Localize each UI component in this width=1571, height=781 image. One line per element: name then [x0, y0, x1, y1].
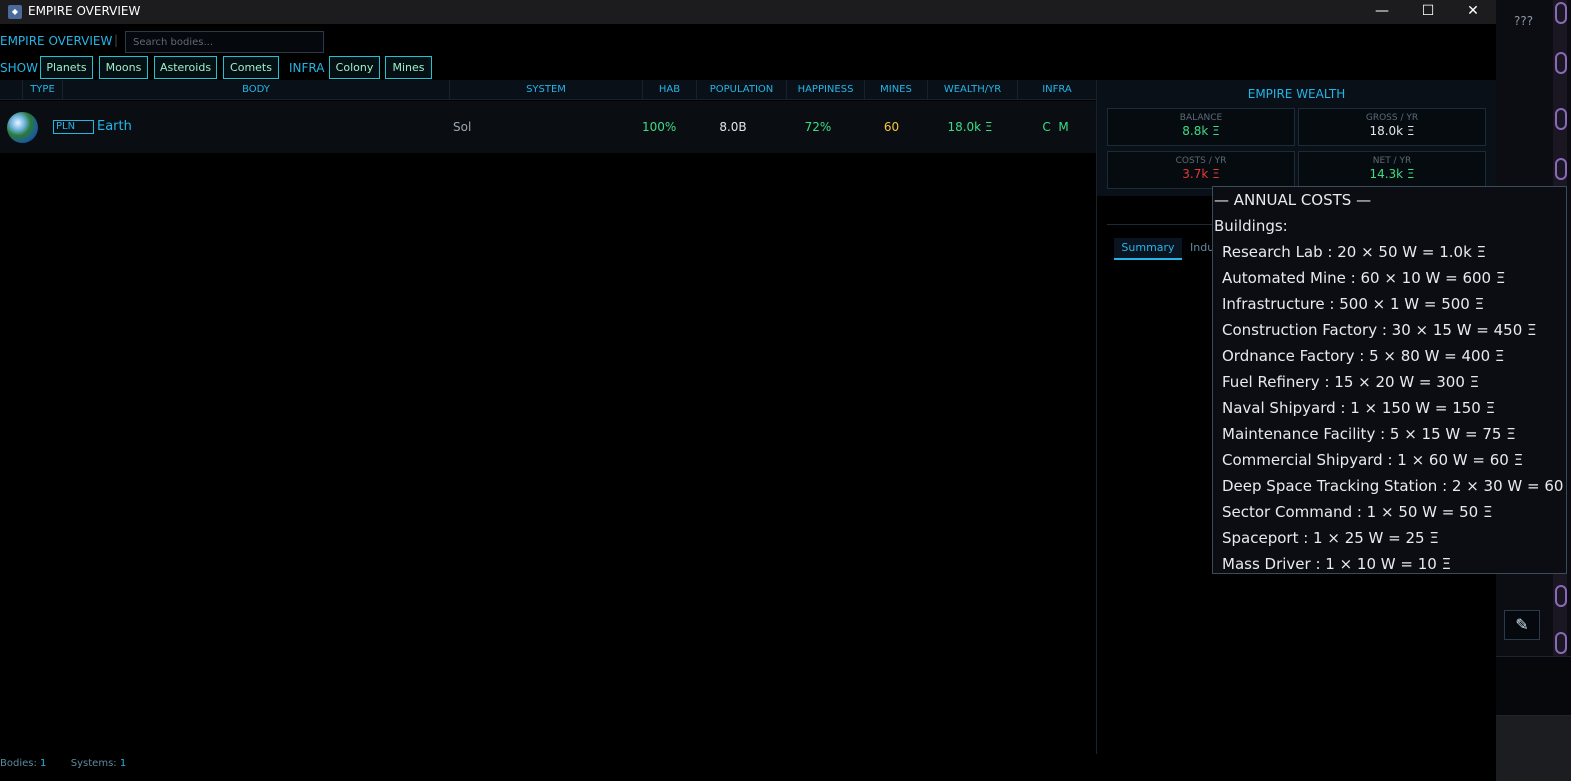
filter-mines-button[interactable]: Mines [385, 56, 432, 79]
cost-line: Sector Command : 1 × 50 W = 50 Ξ [1222, 503, 1493, 521]
balance-card: BALANCE 8.8k Ξ [1107, 108, 1295, 146]
header-separator: | [114, 33, 119, 47]
titlebar: ◆ EMPIRE OVERVIEW — ☐ ✕ [0, 0, 1496, 24]
cost-line: Deep Space Tracking Station : 2 × 30 W =… [1222, 477, 1567, 495]
cost-line: Ordnance Factory : 5 × 80 W = 400 Ξ [1222, 347, 1505, 365]
net-value: 14.3k Ξ [1369, 167, 1415, 181]
gross-value: 18.0k Ξ [1369, 124, 1415, 138]
column-infra[interactable]: INFRA [1017, 80, 1096, 100]
balance-value: 8.8k Ξ [1182, 124, 1220, 138]
population-cell: 8.0B [719, 120, 747, 134]
wealth-title: EMPIRE WEALTH [1247, 87, 1346, 101]
body-name[interactable]: Earth [97, 101, 132, 153]
systems-count: 1 [119, 758, 127, 769]
filter-comets-button[interactable]: Comets [223, 56, 279, 79]
app-icon: ◆ [8, 5, 22, 19]
desktop-mystery-label: ??? [1514, 14, 1534, 28]
cost-line: Construction Factory : 30 × 15 W = 450 Ξ [1222, 321, 1537, 339]
mines-cell: 60 [883, 120, 900, 134]
annual-costs-tooltip: — ANNUAL COSTS — Buildings: Research Lab… [1212, 186, 1567, 574]
cost-line: Commercial Shipyard : 1 × 60 W = 60 Ξ [1222, 451, 1524, 469]
filter-asteroids-button[interactable]: Asteroids [154, 56, 217, 79]
costs-value: 3.7k Ξ [1182, 167, 1220, 181]
type-badge: PLN [53, 120, 94, 134]
status-footer: Bodies: 1 Systems: 1 [0, 758, 126, 772]
earth-planet-icon [7, 112, 38, 143]
net-label: NET / YR [1372, 156, 1412, 166]
empire-wealth-panel: EMPIRE WEALTH BALANCE 8.8k Ξ GROSS / YR … [1097, 80, 1496, 196]
tooltip-header: — ANNUAL COSTS — [1214, 191, 1372, 209]
wealth-cell: 18.0k Ξ [947, 120, 993, 134]
close-button[interactable]: ✕ [1450, 0, 1496, 24]
net-card: NET / YR 14.3k Ξ [1298, 151, 1486, 189]
infra-label: INFRA [289, 61, 325, 75]
cost-line: Infrastructure : 500 × 1 W = 500 Ξ [1222, 295, 1485, 313]
systems-label: Systems: [70, 758, 117, 769]
column-wealth[interactable]: WEALTH/YR [927, 80, 1017, 100]
desktop-lower-panel [1496, 716, 1571, 781]
cost-line: Research Lab : 20 × 50 W = 1.0k Ξ [1222, 243, 1487, 261]
cost-line: Mass Driver : 1 × 10 W = 10 Ξ [1222, 555, 1452, 573]
column-mines[interactable]: MINES [864, 80, 927, 100]
show-label: SHOW [0, 61, 38, 75]
column-hab[interactable]: HAB [642, 80, 696, 100]
column-population[interactable]: POPULATION [696, 80, 786, 100]
filter-moons-button[interactable]: Moons [99, 56, 148, 79]
cost-line: Fuel Refinery : 15 × 20 W = 300 Ξ [1222, 373, 1480, 391]
hab-cell: 100% [642, 120, 677, 134]
costs-card[interactable]: COSTS / YR 3.7k Ξ [1107, 151, 1295, 189]
tab-industry[interactable]: Indu [1190, 238, 1214, 260]
column-system[interactable]: SYSTEM [449, 80, 642, 100]
rail-orb-icon [1555, 585, 1567, 607]
column-body[interactable]: BODY [62, 80, 449, 100]
tab-summary[interactable]: Summary [1114, 238, 1182, 260]
cost-line: Automated Mine : 60 × 10 W = 600 Ξ [1222, 269, 1506, 287]
window-title: EMPIRE OVERVIEW [28, 4, 141, 18]
page-title: EMPIRE OVERVIEW [0, 34, 113, 48]
tooltip-section: Buildings: [1214, 217, 1288, 235]
maximize-button[interactable]: ☐ [1405, 0, 1451, 24]
column-happiness[interactable]: HAPPINESS [786, 80, 864, 100]
filter-planets-button[interactable]: Planets [40, 56, 93, 79]
rail-orb-icon [1555, 52, 1567, 74]
cost-line: Naval Shipyard : 1 × 150 W = 150 Ξ [1222, 399, 1496, 417]
gross-label: GROSS / YR [1365, 113, 1419, 123]
gross-card: GROSS / YR 18.0k Ξ [1298, 108, 1486, 146]
search-input[interactable]: Search bodies... [125, 31, 324, 53]
column-type[interactable]: TYPE [22, 80, 62, 100]
filter-colony-button[interactable]: Colony [329, 56, 380, 79]
costs-label: COSTS / YR [1175, 156, 1227, 166]
bodies-count: 1 [40, 758, 47, 769]
desktop-band [1496, 656, 1571, 716]
happiness-cell: 72% [804, 120, 832, 134]
table-header: TYPE BODY SYSTEM HAB POPULATION HAPPINES… [0, 80, 1096, 100]
pen-tool-icon[interactable]: ✎ [1504, 610, 1540, 640]
bodies-label: Bodies: [0, 758, 37, 769]
system-cell: Sol [453, 120, 472, 134]
rail-orb-icon [1555, 632, 1567, 654]
balance-label: BALANCE [1179, 113, 1223, 123]
rail-orb-icon [1555, 108, 1567, 130]
table-row[interactable]: PLN Earth Sol 100% 8.0B 72% 60 18.0k Ξ C… [0, 101, 1096, 153]
infra-cell: C M [1042, 120, 1069, 134]
rail-orb-icon [1555, 158, 1567, 180]
rail-orb-icon [1555, 2, 1567, 24]
cost-line: Spaceport : 1 × 25 W = 25 Ξ [1222, 529, 1439, 547]
minimize-button[interactable]: — [1359, 0, 1405, 24]
cost-line: Maintenance Facility : 5 × 15 W = 75 Ξ [1222, 425, 1516, 443]
